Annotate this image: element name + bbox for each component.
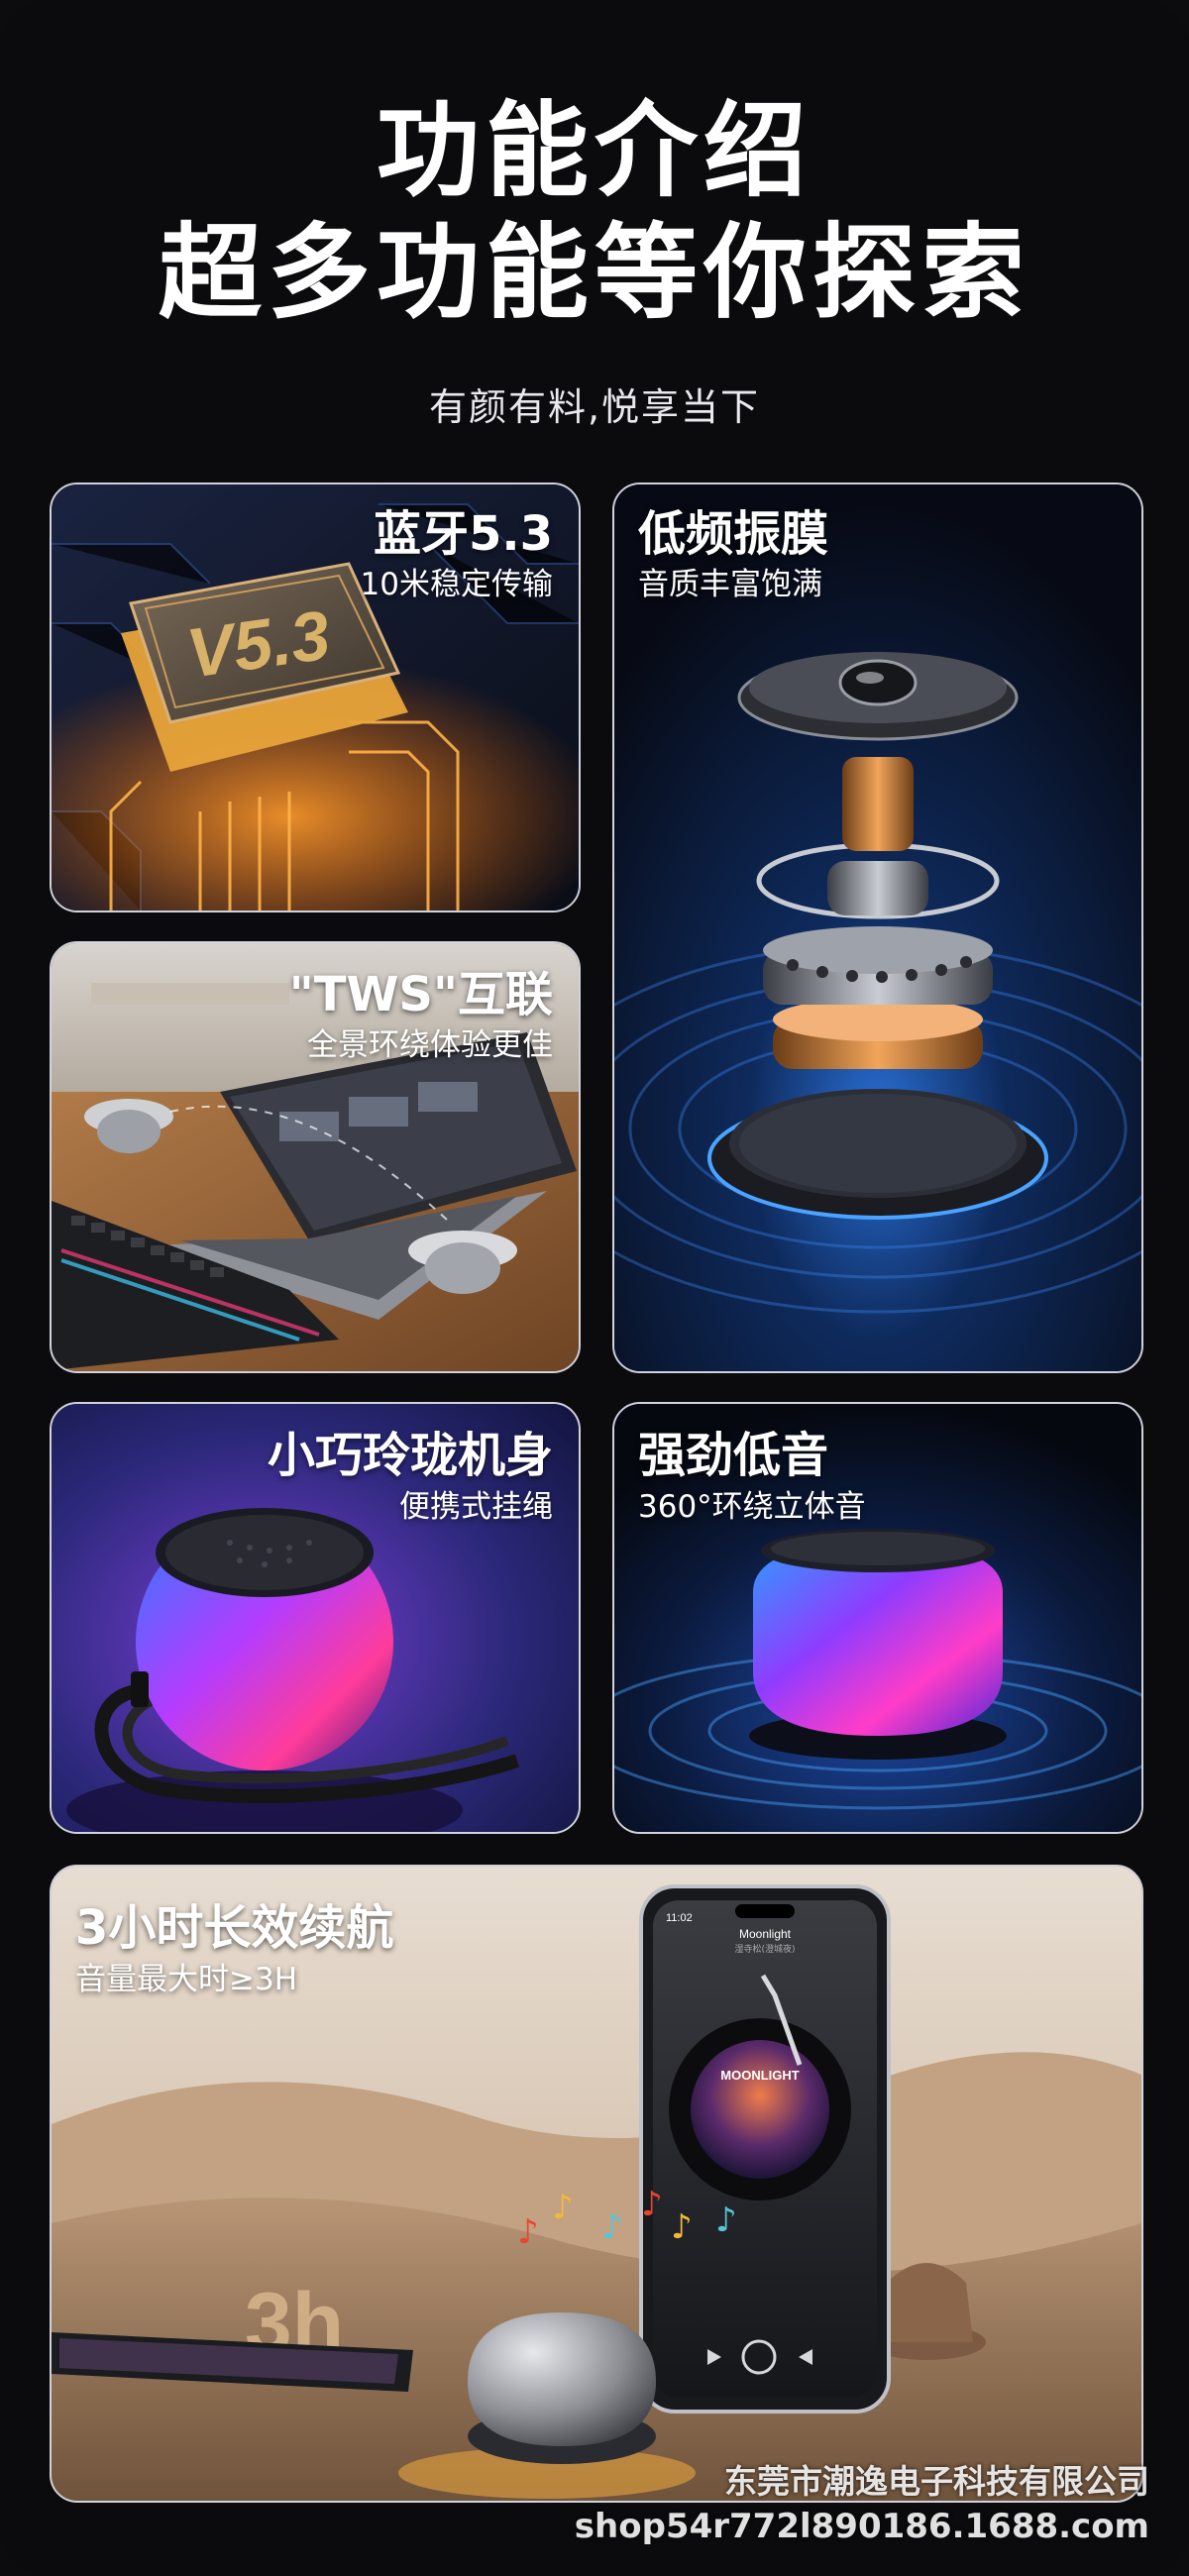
svg-text:♪: ♪	[552, 2188, 574, 2227]
card-compact-subtitle: 便携式挂绳	[399, 1489, 553, 1525]
card-bass-diaphragm-title: 低频振膜	[638, 506, 829, 562]
card-compact: 小巧玲珑机身 便携式挂绳	[50, 1402, 581, 1834]
card-bass: 强劲低音 360°环绕立体音	[612, 1402, 1143, 1834]
svg-text:♪: ♪	[671, 2207, 693, 2247]
page-title-line1: 功能介绍	[376, 90, 812, 211]
page: 功能介绍 超多功能等你探索 有颜有料,悦享当下 V5.3 蓝牙5.3 10米稳定…	[0, 0, 1189, 2576]
card-bass-title: 强劲低音	[638, 1428, 829, 1483]
driver-exploded-illustration	[614, 484, 1141, 1371]
page-title-line2: 超多功能等你探索	[158, 212, 1030, 333]
watermark-shop-url: shop54r772l890186.1688.com	[574, 2507, 1149, 2546]
svg-text:♪: ♪	[601, 2207, 623, 2247]
card-tws-subtitle: 全景环绕体验更佳	[307, 1027, 553, 1063]
card-tws-title: "TWS"互联	[288, 967, 553, 1022]
phone-artist: 湿寺松(澄城夜)	[734, 1943, 795, 1955]
card-bluetooth-subtitle: 10米稳定传输	[360, 567, 553, 602]
svg-text:♪: ♪	[517, 2212, 539, 2252]
phone-time: 11:02	[666, 1912, 693, 1924]
svg-text:♪: ♪	[641, 2185, 663, 2224]
watermark-company: 东莞市潮逸电子科技有限公司	[724, 2462, 1149, 2501]
card-bluetooth: V5.3 蓝牙5.3 10米稳定传输	[50, 483, 581, 912]
card-battery: 3h 11:02 Moonlight 湿寺松(澄城夜) MOONLIGHT ♪ ♪	[50, 1865, 1143, 2503]
card-bass-diaphragm: 低频振膜 音质丰富饱满	[612, 483, 1143, 1373]
card-bluetooth-title: 蓝牙5.3	[373, 506, 553, 562]
card-tws: "TWS"互联 全景环绕体验更佳	[50, 941, 581, 1373]
card-bass-diaphragm-subtitle: 音质丰富饱满	[638, 567, 822, 602]
card-bass-subtitle: 360°环绕立体音	[638, 1489, 866, 1525]
card-battery-title: 3小时长效续航	[75, 1900, 394, 1956]
page-subtitle: 有颜有料,悦享当下	[428, 385, 761, 429]
phone-song-title: Moonlight	[739, 1927, 792, 1941]
album-text: MOONLIGHT	[720, 2068, 799, 2083]
card-battery-subtitle: 音量最大时≥3H	[75, 1962, 298, 1997]
svg-text:♪: ♪	[715, 2200, 737, 2240]
card-compact-title: 小巧玲珑机身	[267, 1428, 553, 1483]
